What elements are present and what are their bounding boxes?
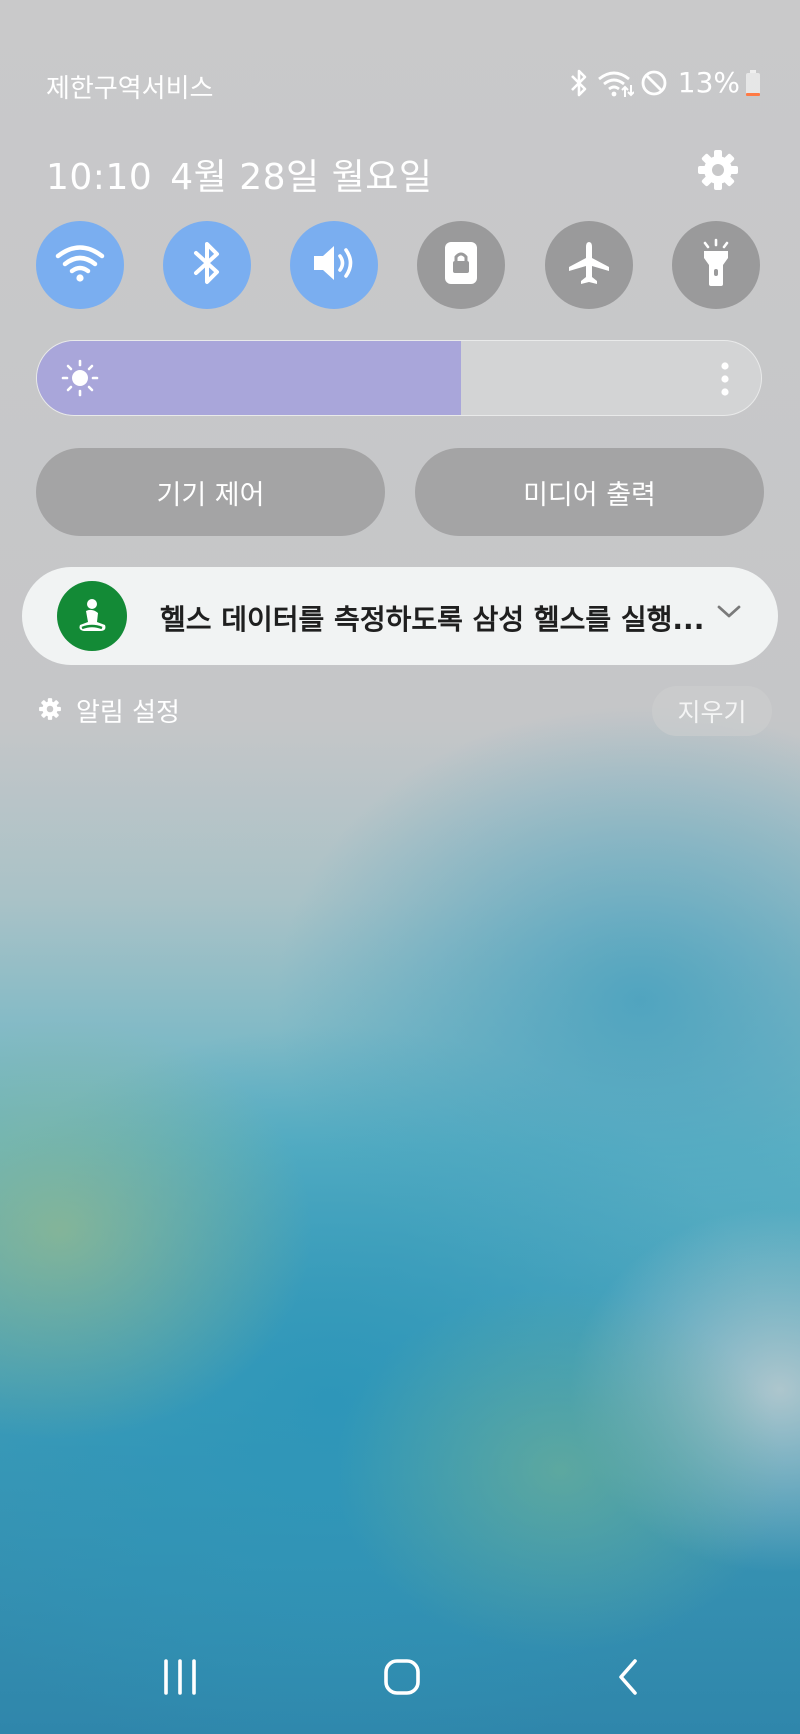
- notification-card[interactable]: 헬스 데이터를 측정하도록 삼성 헬스를 실행...: [22, 567, 778, 665]
- bluetooth-toggle[interactable]: [163, 221, 251, 309]
- notification-text: 헬스 데이터를 측정하도록 삼성 헬스를 실행...: [160, 603, 705, 636]
- airplane-icon: [565, 239, 613, 291]
- bluetooth-icon: [191, 240, 223, 290]
- wifi-icon: [55, 243, 105, 287]
- flashlight-toggle[interactable]: [672, 221, 760, 309]
- notification-settings-label: 알림 설정: [76, 698, 180, 728]
- gear-icon[interactable]: [696, 148, 740, 192]
- device-control-button[interactable]: 기기 제어: [36, 448, 385, 536]
- do-not-disturb-icon: [640, 69, 668, 97]
- brightness-slider[interactable]: [36, 340, 762, 416]
- navigation-bar: [0, 1624, 800, 1734]
- date-label: 4월 28일 월요일: [170, 157, 433, 198]
- airplane-toggle[interactable]: [545, 221, 633, 309]
- chevron-down-icon[interactable]: [716, 603, 742, 625]
- screen-lock-toggle[interactable]: [417, 221, 505, 309]
- samsung-health-icon: [57, 581, 127, 651]
- bluetooth-icon: [568, 68, 590, 98]
- battery-percent: 13%: [677, 66, 740, 99]
- sound-toggle[interactable]: [290, 221, 378, 309]
- time-date: 10:10 4월 28일 월요일: [46, 148, 432, 200]
- more-vertical-icon[interactable]: [719, 361, 731, 401]
- home-icon[interactable]: [372, 1652, 432, 1702]
- notification-settings-link[interactable]: 알림 설정: [38, 692, 180, 729]
- wifi-toggle[interactable]: [36, 221, 124, 309]
- carrier-label: 제한구역서비스: [46, 74, 214, 104]
- gear-icon: [38, 697, 62, 725]
- sun-icon: [59, 357, 101, 403]
- flashlight-icon: [696, 238, 736, 292]
- status-bar: 제한구역서비스 13%: [46, 60, 760, 108]
- status-icons: 13%: [568, 66, 760, 99]
- lock-rotation-icon: [441, 240, 481, 290]
- clear-button[interactable]: 지우기: [652, 686, 772, 736]
- back-icon[interactable]: [598, 1652, 658, 1702]
- media-output-button[interactable]: 미디어 출력: [415, 448, 764, 536]
- wifi-data-icon: [596, 68, 634, 98]
- recents-icon[interactable]: [150, 1652, 210, 1702]
- volume-icon: [310, 242, 358, 288]
- clock-time: 10:10: [46, 157, 153, 198]
- battery-icon: [746, 69, 760, 96]
